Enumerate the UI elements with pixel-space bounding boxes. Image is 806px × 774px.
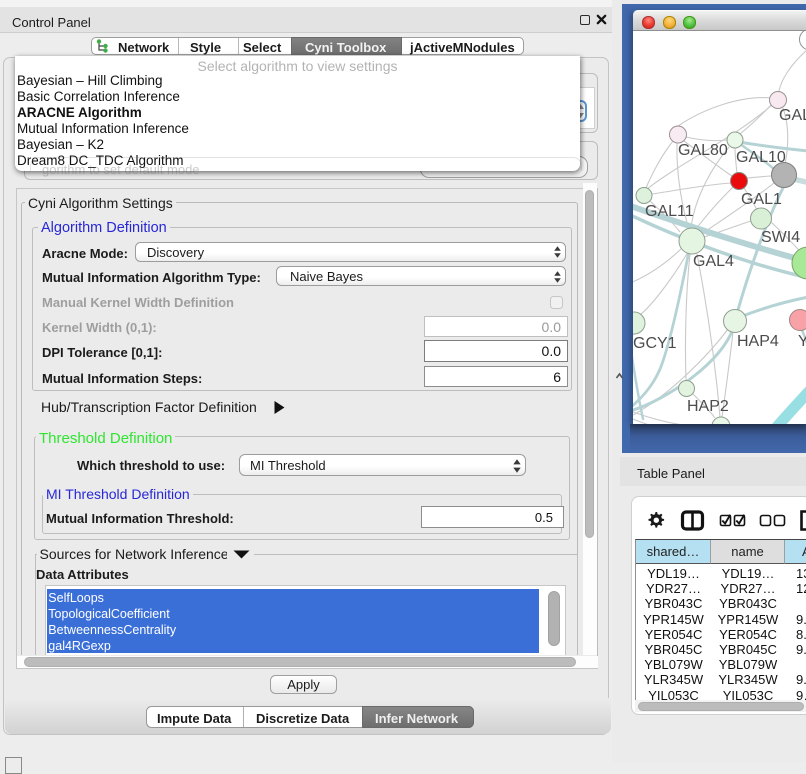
svg-text:Y: Y xyxy=(798,333,806,350)
svg-text:GAL10: GAL10 xyxy=(736,149,786,166)
svg-text:HAP4: HAP4 xyxy=(737,333,779,350)
svg-text:GAL7: GAL7 xyxy=(779,107,806,124)
svg-text:SWI4: SWI4 xyxy=(761,229,800,246)
svg-text:GAL4: GAL4 xyxy=(693,253,734,270)
svg-text:GAL1: GAL1 xyxy=(741,191,782,208)
svg-text:GAL80: GAL80 xyxy=(678,142,728,159)
svg-text:GCY1: GCY1 xyxy=(633,335,677,352)
svg-text:GAL11: GAL11 xyxy=(645,203,694,220)
svg-text:HAP2: HAP2 xyxy=(687,398,729,415)
